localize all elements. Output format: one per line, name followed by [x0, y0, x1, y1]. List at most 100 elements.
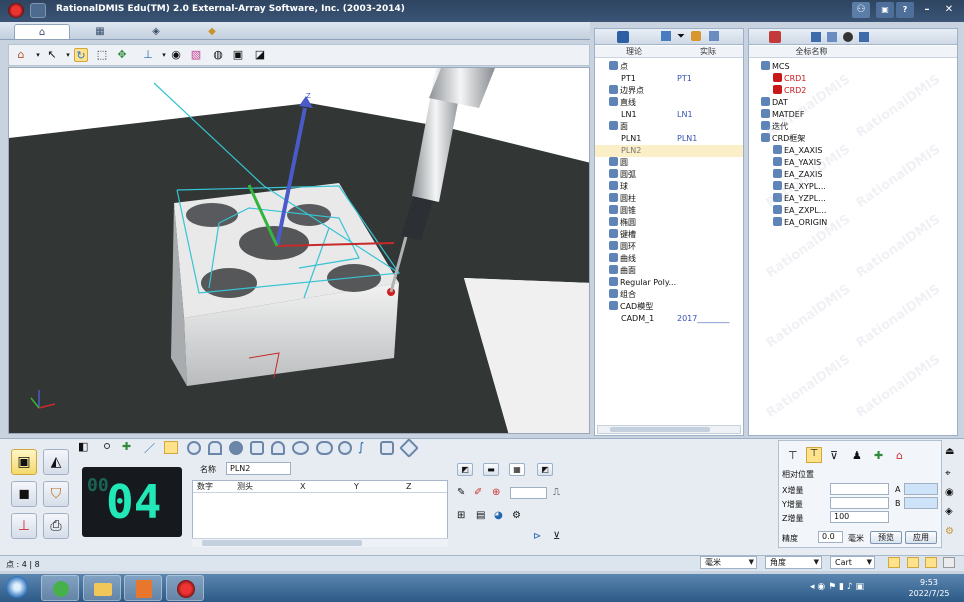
- status-tool-icon[interactable]: [888, 557, 900, 568]
- dropdown-arrow-icon[interactable]: ▾: [61, 48, 75, 62]
- cad-icon[interactable]: ◕: [494, 510, 503, 521]
- feature-tree-row[interactable]: 圆弧: [595, 169, 743, 181]
- table-icon[interactable]: [709, 31, 719, 41]
- coord-tree-row[interactable]: EA_ZXPL...: [773, 205, 826, 217]
- feature-tree-row[interactable]: 直线: [595, 97, 743, 109]
- feature-name-input[interactable]: PLN2: [226, 462, 291, 475]
- dropdown-arrow-icon[interactable]: ▾: [31, 48, 45, 62]
- settings-icon[interactable]: [859, 32, 869, 42]
- feature-tree-row[interactable]: 键槽: [595, 229, 743, 241]
- status-probe-icon[interactable]: [907, 557, 919, 568]
- sub-tab-report[interactable]: ◩: [537, 463, 553, 476]
- taskbar-rationaldmis-icon[interactable]: [166, 575, 204, 601]
- sub-tab-image[interactable]: ▬: [483, 463, 499, 476]
- plane-mode-button[interactable]: ◭: [43, 449, 69, 475]
- relative-move-icon[interactable]: ⊤: [806, 447, 822, 463]
- unit-select[interactable]: 毫米: [700, 556, 757, 569]
- feature-tree-row[interactable]: 圆柱: [595, 193, 743, 205]
- tab-probe[interactable]: ◈: [128, 24, 184, 39]
- curve-feature-icon[interactable]: ∫: [358, 440, 364, 454]
- axis-icon[interactable]: [811, 32, 821, 42]
- render-icon[interactable]: ▧: [189, 48, 203, 62]
- feature-tree-row[interactable]: PLN1 PLN1: [595, 133, 743, 145]
- axes-mode-button[interactable]: ⊥: [11, 513, 37, 539]
- feature-tree-row[interactable]: 圆: [595, 157, 743, 169]
- side-measure-icon[interactable]: ◈: [945, 506, 953, 517]
- select-cursor-icon[interactable]: ↖: [45, 48, 59, 62]
- cylinder-feature-icon[interactable]: [250, 441, 264, 455]
- execute-icon[interactable]: ⊻: [553, 531, 560, 542]
- feature-tree-scrollbar[interactable]: [597, 425, 741, 434]
- tray-icons[interactable]: ◂ ◉ ⚑ ▮ ♪ ▣: [810, 582, 864, 592]
- printer-mode-button[interactable]: ⎙: [43, 513, 69, 539]
- circle-feature-icon[interactable]: [187, 441, 201, 455]
- sphere-feature-icon[interactable]: [229, 441, 243, 455]
- funnel-icon[interactable]: ⏷: [677, 31, 685, 42]
- coord-tree-row[interactable]: MCS: [761, 61, 790, 73]
- status-grid-icon[interactable]: [943, 557, 955, 568]
- wrench-icon[interactable]: ✎: [457, 487, 465, 498]
- feature-tree-row[interactable]: PLN2: [595, 145, 743, 157]
- preview-button[interactable]: 预览: [870, 531, 902, 544]
- feature-tree-row[interactable]: 边界点: [595, 85, 743, 97]
- scroll-thumb[interactable]: [610, 427, 710, 432]
- y-increment-input[interactable]: [830, 497, 889, 509]
- angle-tool-icon[interactable]: ⊽: [830, 449, 838, 462]
- z-increment-input[interactable]: 100: [830, 511, 889, 523]
- arc-feature-icon[interactable]: [208, 441, 222, 455]
- eye-icon[interactable]: ◉: [169, 48, 183, 62]
- users-icon[interactable]: ⚇: [852, 2, 870, 18]
- camera-icon[interactable]: ◍: [211, 48, 225, 62]
- feature-tree-row[interactable]: LN1 LN1: [595, 109, 743, 121]
- probe-tool-icon[interactable]: ⊤: [788, 449, 798, 462]
- coord-tree-row[interactable]: CRD1: [773, 73, 806, 85]
- line-feature-icon[interactable]: ／: [144, 440, 155, 456]
- feature-tree-row[interactable]: 组合: [595, 289, 743, 301]
- parameter-input[interactable]: [510, 487, 547, 499]
- cone-feature-icon[interactable]: [271, 441, 285, 455]
- layout-icon[interactable]: ▣: [876, 2, 894, 18]
- feature-tree-row[interactable]: 圆锥: [595, 205, 743, 217]
- home-position-icon[interactable]: ⌂: [896, 449, 903, 462]
- edit-icon[interactable]: ✐: [474, 487, 482, 498]
- cad-3d-viewport[interactable]: Z: [8, 67, 590, 434]
- taskbar-pdf-icon[interactable]: [124, 575, 162, 601]
- sub-tab-measure[interactable]: ◩: [457, 463, 473, 476]
- feature-tree-row[interactable]: 球: [595, 181, 743, 193]
- cube-icon[interactable]: [617, 31, 629, 43]
- feature-tree-row[interactable]: PT1 PT1: [595, 73, 743, 85]
- x-increment-input[interactable]: [830, 483, 889, 495]
- side-camera-icon[interactable]: ◉: [945, 487, 954, 498]
- joystick-icon[interactable]: ♟: [852, 449, 862, 462]
- shield-icon[interactable]: [691, 31, 701, 41]
- surface-feature-icon[interactable]: [380, 441, 394, 455]
- edge-point-icon[interactable]: ✚: [122, 440, 131, 453]
- feature-tree-row[interactable]: 曲面: [595, 265, 743, 277]
- feature-tree-row[interactable]: CAD模型: [595, 301, 743, 313]
- feature-tree-row[interactable]: CADM_1 2017________: [595, 313, 743, 325]
- sub-tab-table[interactable]: ▦: [509, 463, 525, 476]
- coord-tree-row[interactable]: EA_ORIGIN: [773, 217, 827, 229]
- grid-scrollbar[interactable]: [192, 538, 448, 547]
- feature-tree-row[interactable]: 圆环: [595, 241, 743, 253]
- side-lock-icon[interactable]: ⏏: [945, 446, 954, 457]
- b-angle-input[interactable]: [904, 497, 938, 509]
- angle-select[interactable]: 角度: [765, 556, 822, 569]
- tab-table[interactable]: ▦: [72, 24, 128, 39]
- close-button[interactable]: ✕: [940, 2, 958, 18]
- target-icon[interactable]: ⊕: [492, 487, 500, 498]
- grid-icon[interactable]: [827, 32, 837, 42]
- axis-view-icon[interactable]: ⊥: [141, 48, 155, 62]
- feature-tree-row[interactable]: 面: [595, 121, 743, 133]
- next-icon[interactable]: ⊳: [533, 531, 541, 542]
- zoom-window-icon[interactable]: ⬚: [95, 48, 109, 62]
- add-point-icon[interactable]: ✚: [874, 449, 883, 462]
- coord-tree-row[interactable]: CRD2: [773, 85, 806, 97]
- tab-tools[interactable]: ◆: [184, 24, 240, 39]
- shield-mode-button[interactable]: ⛉: [43, 481, 69, 507]
- plane-feature-icon[interactable]: [164, 441, 178, 454]
- point-feature-icon[interactable]: [104, 443, 110, 449]
- feature-tree-row[interactable]: 曲线: [595, 253, 743, 265]
- coordinate-icon[interactable]: [769, 31, 781, 43]
- quick-menu-icon[interactable]: [30, 3, 46, 18]
